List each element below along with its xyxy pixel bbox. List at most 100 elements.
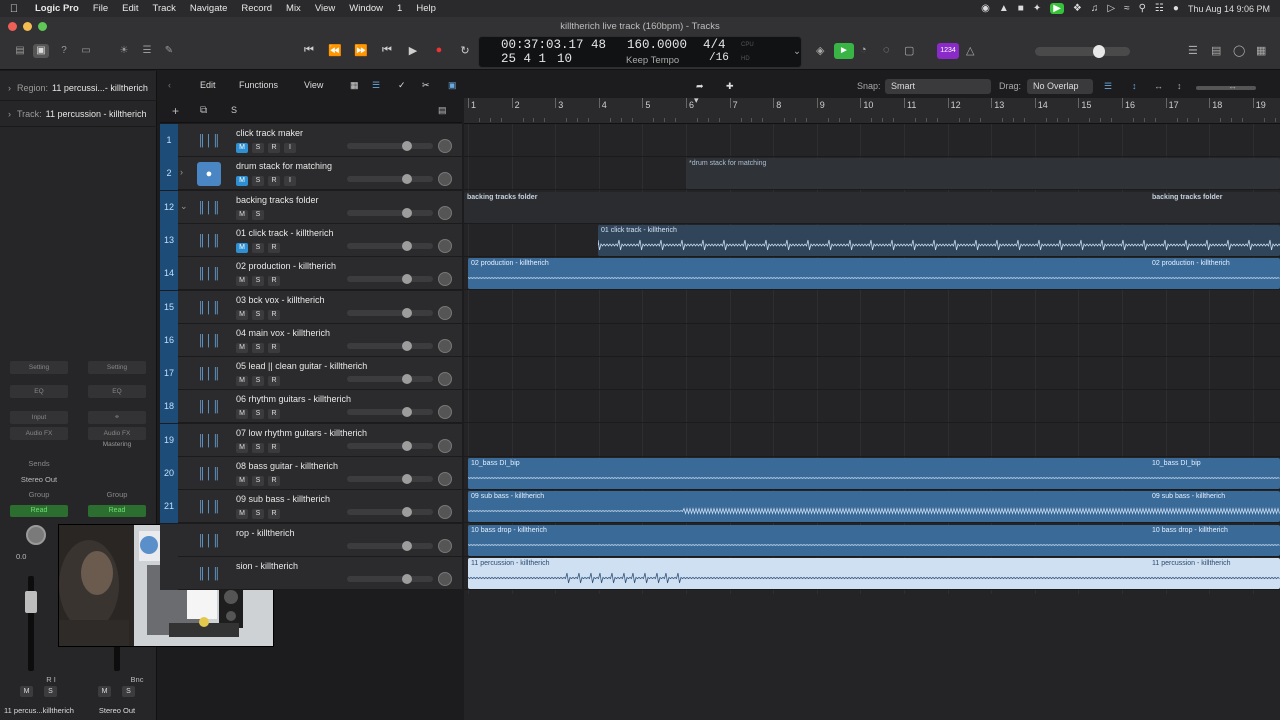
- loops-icon[interactable]: ◯: [1233, 44, 1245, 57]
- browser-icon[interactable]: ▦: [1256, 44, 1266, 57]
- record-enable-button[interactable]: R: [268, 442, 280, 453]
- eq-button[interactable]: EQ: [88, 385, 146, 398]
- automation-mode[interactable]: Read: [88, 505, 146, 517]
- siri-icon[interactable]: ●: [1173, 3, 1179, 14]
- rewind-icon[interactable]: ⏪: [326, 44, 344, 57]
- editors-icon[interactable]: ✎: [161, 44, 177, 58]
- drag-select[interactable]: No Overlap: [1027, 79, 1093, 94]
- solo-button[interactable]: S: [44, 686, 57, 697]
- track-name[interactable]: drum stack for matching: [236, 161, 332, 171]
- facetime-icon[interactable]: ▶: [1050, 3, 1064, 14]
- catch-icon[interactable]: ▣: [448, 80, 457, 91]
- flex-icon[interactable]: ✓: [398, 80, 406, 91]
- solo-button[interactable]: S: [252, 342, 264, 353]
- track-name[interactable]: 03 bck vox - killtherich: [236, 295, 325, 305]
- track-volume-knob[interactable]: [402, 307, 412, 318]
- track-name[interactable]: 08 bass guitar - killtherich: [236, 461, 338, 471]
- track-lane[interactable]: [464, 124, 1280, 157]
- track-volume-knob[interactable]: [402, 240, 412, 251]
- record-enable-button[interactable]: R: [268, 409, 280, 420]
- menu-item-navigate[interactable]: Navigate: [183, 3, 235, 14]
- record-enable-button[interactable]: R: [268, 242, 280, 253]
- region[interactable]: 02 production - killtherich 02 production…: [468, 258, 1280, 290]
- mute-button[interactable]: M: [236, 309, 248, 320]
- horizontal-zoom-out-icon[interactable]: ↔: [1228, 81, 1237, 91]
- scissors-icon[interactable]: ✂: [422, 80, 430, 91]
- track-header[interactable]: 2 › ● drum stack for matching M S R I: [160, 157, 462, 191]
- track-lane[interactable]: [464, 291, 1280, 324]
- status-icon-4[interactable]: ✦: [1033, 3, 1041, 14]
- replace-icon[interactable]: ▢: [904, 44, 914, 57]
- track-header[interactable]: 17 ║│║ 05 lead || clean guitar - killtheri…: [160, 357, 462, 391]
- list-editors-icon[interactable]: ☰: [1188, 44, 1198, 57]
- audio-fx-slot[interactable]: Audio FX: [88, 427, 146, 440]
- track-volume-knob[interactable]: [402, 374, 412, 385]
- mute-button[interactable]: M: [236, 442, 248, 453]
- menu-item-file[interactable]: File: [86, 3, 115, 14]
- menu-item-1[interactable]: 1: [390, 3, 409, 14]
- master-volume-knob[interactable]: [1093, 45, 1105, 58]
- record-enable-button[interactable]: R: [268, 176, 280, 187]
- region[interactable]: 09 sub bass - killtherich 09 sub bass - k…: [468, 491, 1280, 523]
- vertical-zoom-icon[interactable]: ↕: [1132, 81, 1137, 91]
- track-pan-knob[interactable]: [438, 305, 452, 320]
- menu-item-track[interactable]: Track: [146, 3, 183, 14]
- track-header[interactable]: ║│║ rop - killtherich: [160, 523, 462, 557]
- disclosure-triangle-icon[interactable]: ⌄: [180, 201, 188, 212]
- mute-button[interactable]: M: [236, 143, 248, 153]
- go-to-position-icon[interactable]: ⏮: [378, 44, 396, 57]
- zoom-slider[interactable]: [1196, 86, 1256, 90]
- track-pan-knob[interactable]: [438, 505, 452, 520]
- back-icon[interactable]: ‹: [168, 80, 171, 90]
- group-slot[interactable]: Group: [84, 490, 150, 499]
- region[interactable]: 10 bass drop - killtherich 10 bass drop -…: [468, 524, 1280, 556]
- search-icon[interactable]: ⚲: [1139, 3, 1146, 14]
- track-volume-slider[interactable]: [347, 374, 433, 385]
- track-list-icon[interactable]: ▤: [438, 105, 447, 116]
- play-status-icon[interactable]: ▷: [1107, 3, 1115, 14]
- functions-menu[interactable]: Functions: [239, 80, 278, 90]
- add-track-button[interactable]: +: [172, 104, 179, 118]
- record-enable-button[interactable]: R: [268, 476, 280, 486]
- automation-mode[interactable]: Read: [10, 505, 68, 517]
- track-pan-knob[interactable]: [438, 405, 452, 420]
- zoom-window-icon[interactable]: [38, 21, 47, 31]
- tuner-icon[interactable]: ◈: [816, 44, 824, 57]
- apple-icon[interactable]: : [0, 3, 28, 15]
- track-volume-slider[interactable]: [347, 274, 433, 285]
- track-pan-knob[interactable]: [438, 538, 452, 553]
- solo-button[interactable]: S: [252, 509, 264, 520]
- track-volume-knob[interactable]: [402, 340, 412, 351]
- track-name[interactable]: click track maker: [236, 128, 303, 138]
- solo-button[interactable]: S: [252, 209, 264, 220]
- mute-button[interactable]: M: [236, 209, 248, 220]
- metronome-icon[interactable]: ◔: [860, 44, 867, 56]
- mute-button[interactable]: M: [236, 509, 248, 520]
- track-header[interactable]: 15 ║│║ 03 bck vox - killtherich M S R: [160, 290, 462, 324]
- smart-controls-icon[interactable]: ☀: [116, 44, 132, 58]
- track-name[interactable]: 06 rhythm guitars - killtherich: [236, 394, 351, 404]
- toolbar-icon[interactable]: ▭: [78, 44, 94, 58]
- track-volume-knob[interactable]: [402, 174, 412, 185]
- mute-button[interactable]: M: [236, 242, 248, 253]
- track-name[interactable]: backing tracks folder: [236, 195, 319, 205]
- mastering-slot[interactable]: Mastering: [84, 441, 150, 448]
- track-volume-slider[interactable]: [347, 474, 433, 484]
- volume-icon[interactable]: ♫: [1091, 3, 1099, 14]
- track-header[interactable]: 20 ║│║ 08 bass guitar - killtherich M S R: [160, 457, 462, 490]
- track-volume-knob[interactable]: [402, 507, 412, 518]
- track-volume-knob[interactable]: [402, 474, 412, 484]
- count-in-icon[interactable]: ►: [834, 43, 854, 59]
- notepad-icon[interactable]: ▤: [1211, 44, 1221, 57]
- snap-select[interactable]: Smart: [885, 79, 991, 94]
- track-volume-slider[interactable]: [347, 207, 433, 218]
- menu-item-record[interactable]: Record: [234, 3, 279, 14]
- track-pan-knob[interactable]: [438, 139, 452, 153]
- track-pan-knob[interactable]: [438, 338, 452, 353]
- fast-forward-icon[interactable]: ⏩: [352, 44, 370, 57]
- library-icon[interactable]: ▤: [12, 44, 28, 58]
- track-volume-slider[interactable]: [347, 141, 433, 151]
- input-slot[interactable]: Input: [10, 411, 68, 424]
- track-zoom-icon[interactable]: ↕: [1177, 81, 1182, 91]
- track-name[interactable]: rop - killtherich: [236, 528, 295, 538]
